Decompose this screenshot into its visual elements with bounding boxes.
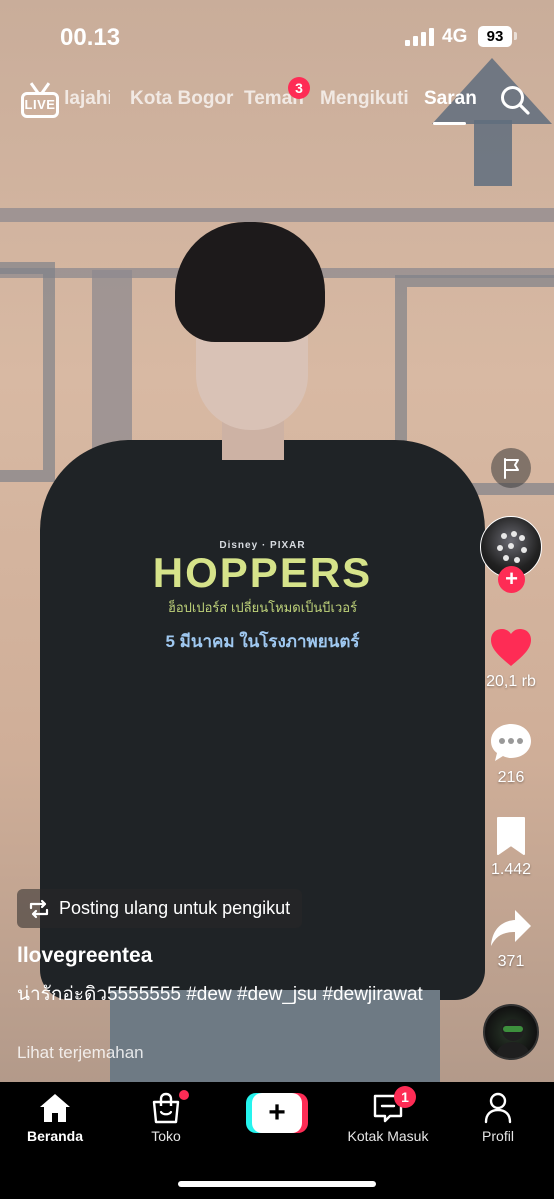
top-nav: LIVE Jelajahi Kota Bogor Teman 3 Mengiku… — [0, 74, 554, 134]
shop-dot-badge — [179, 1090, 189, 1100]
inbox-badge: 1 — [394, 1086, 416, 1108]
bookmark-icon — [497, 817, 525, 855]
nav-profile[interactable]: Profil — [453, 1090, 543, 1144]
comment-icon — [491, 724, 531, 761]
shirt-subtitle: ฮ็อปเปอร์ส เปลี่ยนโหมดเป็นบีเวอร์ — [167, 600, 358, 615]
post-caption[interactable]: น่ารักอ่ะดิว5555555 #dew #dew_jsu #dewji… — [17, 982, 457, 1007]
sound-disc[interactable] — [483, 1004, 539, 1060]
share-icon — [491, 910, 531, 946]
home-indicator[interactable] — [178, 1181, 376, 1187]
like-button[interactable]: 20,1 rb — [476, 628, 546, 691]
tab-kota-bogor[interactable]: Kota Bogor — [130, 88, 233, 110]
hair — [175, 222, 325, 342]
shirt-date: 5 มีนาคม ในโรงภาพยนตร์ — [165, 632, 360, 651]
shopping-bag-icon — [152, 1092, 180, 1124]
flag-icon — [504, 458, 519, 479]
report-button[interactable] — [491, 448, 531, 488]
nav-home-label: Beranda — [26, 1128, 84, 1144]
profile-icon — [484, 1092, 512, 1124]
translate-link[interactable]: Lihat terjemahan — [17, 1043, 144, 1063]
repost-label: Posting ulang untuk pengikut — [59, 898, 291, 918]
home-icon — [40, 1094, 70, 1122]
active-tab-indicator — [433, 122, 466, 125]
tab-explore-label: Jelajahi — [65, 88, 110, 109]
nav-shop-label: Toko — [151, 1128, 181, 1144]
like-count: 20,1 rb — [486, 673, 536, 690]
create-button[interactable]: + — [246, 1093, 308, 1133]
shirt-print: Disney · PIXAR HOPPERS ฮ็อปเปอร์ส เปลี่ย… — [150, 540, 375, 655]
plus-icon: + — [252, 1093, 302, 1133]
follow-button[interactable]: + — [498, 566, 525, 593]
nav-shop[interactable]: Toko — [121, 1090, 211, 1144]
share-button[interactable]: 371 — [476, 908, 546, 971]
teman-badge: 3 — [288, 77, 310, 99]
comment-button[interactable]: 216 — [476, 722, 546, 787]
shirt-title: HOPPERS — [152, 549, 373, 596]
repost-icon — [29, 899, 49, 918]
status-bar: 00.13 4G 93 — [0, 0, 554, 72]
battery-icon: 93 — [478, 26, 512, 47]
tab-mengikuti[interactable]: Mengikuti — [320, 88, 409, 110]
live-icon[interactable]: LIVE — [21, 82, 59, 118]
nav-home[interactable]: Beranda — [10, 1090, 100, 1144]
search-icon[interactable] — [499, 84, 531, 116]
tab-saran[interactable]: Saran — [424, 88, 477, 110]
network-type: 4G — [442, 26, 468, 47]
comment-count: 216 — [497, 769, 525, 786]
live-label: LIVE — [21, 92, 59, 118]
share-count: 371 — [497, 953, 525, 970]
repost-chip[interactable]: Posting ulang untuk pengikut — [17, 889, 303, 928]
heart-icon — [491, 629, 531, 666]
tab-explore[interactable]: Jelajahi — [65, 88, 110, 110]
nav-inbox[interactable]: 1 Kotak Masuk — [343, 1086, 433, 1144]
status-time: 00.13 — [60, 24, 121, 51]
post-username[interactable]: llovegreentea — [17, 944, 152, 968]
nav-inbox-label: Kotak Masuk — [347, 1128, 429, 1144]
signal-icon — [405, 28, 435, 46]
save-count: 1.442 — [490, 861, 532, 878]
save-button[interactable]: 1.442 — [476, 816, 546, 879]
battery-tip — [514, 32, 517, 40]
nav-profile-label: Profil — [482, 1128, 514, 1144]
